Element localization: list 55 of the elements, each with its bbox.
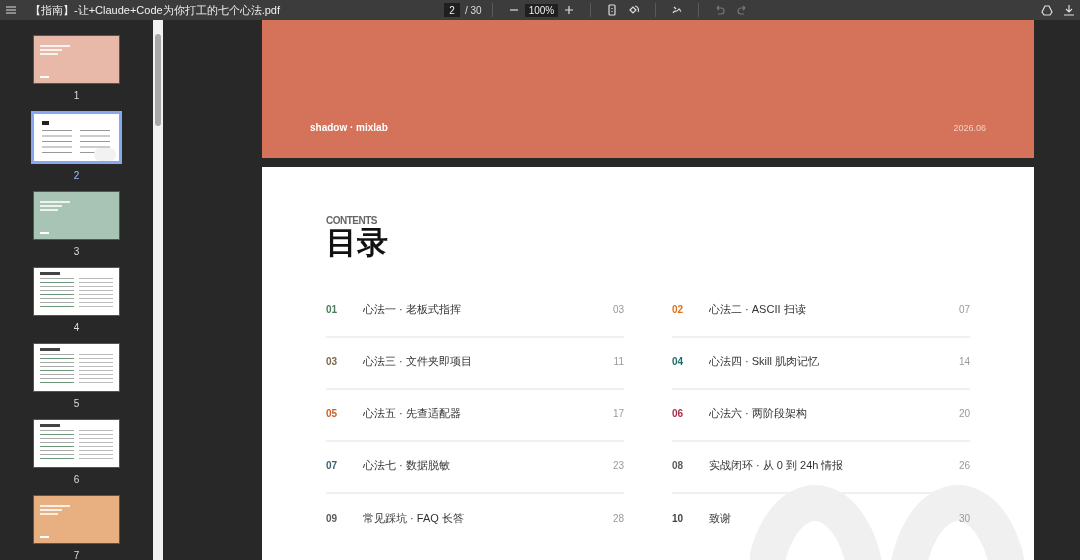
chapter-title: 心法三 · 文件夹即项目 xyxy=(363,353,473,369)
page-reference: 30 xyxy=(958,512,970,524)
page-reference: 26 xyxy=(958,459,970,471)
chapter-title: 心法二 · ASCII 扫读 xyxy=(709,301,807,317)
page-thumbnail[interactable] xyxy=(33,35,120,84)
page-thumbnail[interactable] xyxy=(33,267,120,316)
page-thumbnail[interactable] xyxy=(31,111,122,164)
page-label: 5 xyxy=(73,398,80,409)
page-label: 7 xyxy=(73,550,80,560)
page-heading: 目录 xyxy=(326,226,389,261)
page-label: 1 xyxy=(73,90,80,101)
menu-icon[interactable] xyxy=(4,3,18,17)
page-count: / 30 xyxy=(465,4,482,16)
page-reference: 11 xyxy=(613,355,624,367)
chapter-title: 常见踩坑 · FAQ 长答 xyxy=(363,510,465,526)
chapter-number: 08 xyxy=(672,459,685,471)
chapter-number: 06 xyxy=(672,407,685,419)
page-reference: 03 xyxy=(612,303,624,315)
chapter-number: 09 xyxy=(326,512,339,524)
page-label: 2 xyxy=(73,170,80,181)
chapter-title: 心法七 · 数据脱敏 xyxy=(363,457,451,473)
page-reference: 17 xyxy=(612,407,624,419)
page-label: 3 xyxy=(73,246,80,257)
page-thumbnail[interactable] xyxy=(33,419,120,468)
chapter-title: 心法五 · 先查适配器 xyxy=(363,405,462,421)
chapter-number: 01 xyxy=(326,303,339,315)
chapter-number: 10 xyxy=(672,512,685,524)
page-thumbnail[interactable] xyxy=(33,191,120,240)
page-label: 6 xyxy=(73,474,80,485)
zoom-level-field[interactable]: 100% xyxy=(524,3,559,17)
chapter-number: 05 xyxy=(326,407,339,419)
page-thumbnail[interactable] xyxy=(33,495,120,544)
chapter-title: 实战闭环 · 从 0 到 24h 情报 xyxy=(709,457,845,473)
page-reference: 20 xyxy=(958,407,970,419)
page-reference: 23 xyxy=(612,459,624,471)
publish-date: 2026.06 xyxy=(953,123,986,133)
download-icon[interactable] xyxy=(1062,3,1076,17)
page-thumbnail[interactable] xyxy=(33,343,120,392)
page-reference: 07 xyxy=(958,303,970,315)
chapter-number: 07 xyxy=(326,459,339,471)
page-number-input[interactable]: 2 xyxy=(444,3,460,17)
chapter-title: 心法一 · 老板式指挥 xyxy=(363,301,462,317)
chapter-title: 心法四 · Skill 肌肉记忆 xyxy=(709,353,820,369)
page-label: 4 xyxy=(73,322,80,333)
page-reference: 14 xyxy=(958,355,970,367)
scrollbar[interactable] xyxy=(153,20,163,560)
page-reference: 28 xyxy=(612,512,624,524)
chapter-title: 心法六 · 两阶段架构 xyxy=(709,405,808,421)
chapter-title: 致谢 xyxy=(709,510,732,526)
brand-name: shadow · mixlab xyxy=(310,122,388,133)
chapter-number: 03 xyxy=(326,355,339,367)
chapter-number: 04 xyxy=(672,355,685,367)
section-eyebrow: CONTENTS xyxy=(326,215,378,226)
chapter-number: 02 xyxy=(672,303,685,315)
document-title: 【指南】-让+Claude+Code为你打工的七个心法.pdf xyxy=(30,2,281,18)
